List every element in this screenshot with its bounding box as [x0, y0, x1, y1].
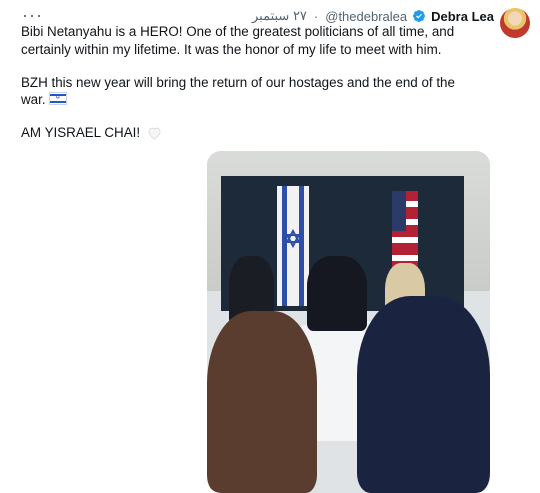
- photo-person-foreground-left: [207, 311, 317, 493]
- author-row: ٢٧ سبتمبر · @thedebralea Debra Lea: [252, 8, 494, 24]
- separator-dot: ·: [313, 8, 319, 24]
- verified-badge-icon: [413, 10, 426, 22]
- israel-flag-graphic: [277, 186, 309, 306]
- tweet-time[interactable]: ٢٧ سبتمبر: [252, 8, 307, 24]
- avatar[interactable]: [500, 8, 530, 38]
- tweet-text-line-1: Bibi Netanyahu is a HERO! One of the gre…: [21, 24, 455, 39]
- author-name[interactable]: Debra Lea: [431, 9, 494, 24]
- tweet-photo[interactable]: [207, 151, 490, 493]
- tweet-text-line-4: BZH this new year will bring the return …: [21, 75, 455, 90]
- tweet-text-war: war.: [21, 92, 46, 107]
- israel-flag-icon: ✡: [49, 92, 68, 105]
- photo-person-foreground-right: [357, 296, 490, 493]
- more-options-icon[interactable]: ···: [22, 6, 43, 24]
- tweet-text-line-5: war. ✡: [21, 91, 68, 109]
- white-heart-icon: [148, 127, 161, 140]
- tweet-text-line-2: certainly within my lifetime. It was the…: [21, 42, 442, 57]
- photo-person-center: [307, 256, 367, 331]
- tweet-text-am-yisrael: AM YISRAEL CHAI!: [21, 125, 141, 140]
- author-handle[interactable]: @thedebralea: [325, 9, 407, 24]
- tweet-text-line-7: AM YISRAEL CHAI!: [21, 124, 162, 142]
